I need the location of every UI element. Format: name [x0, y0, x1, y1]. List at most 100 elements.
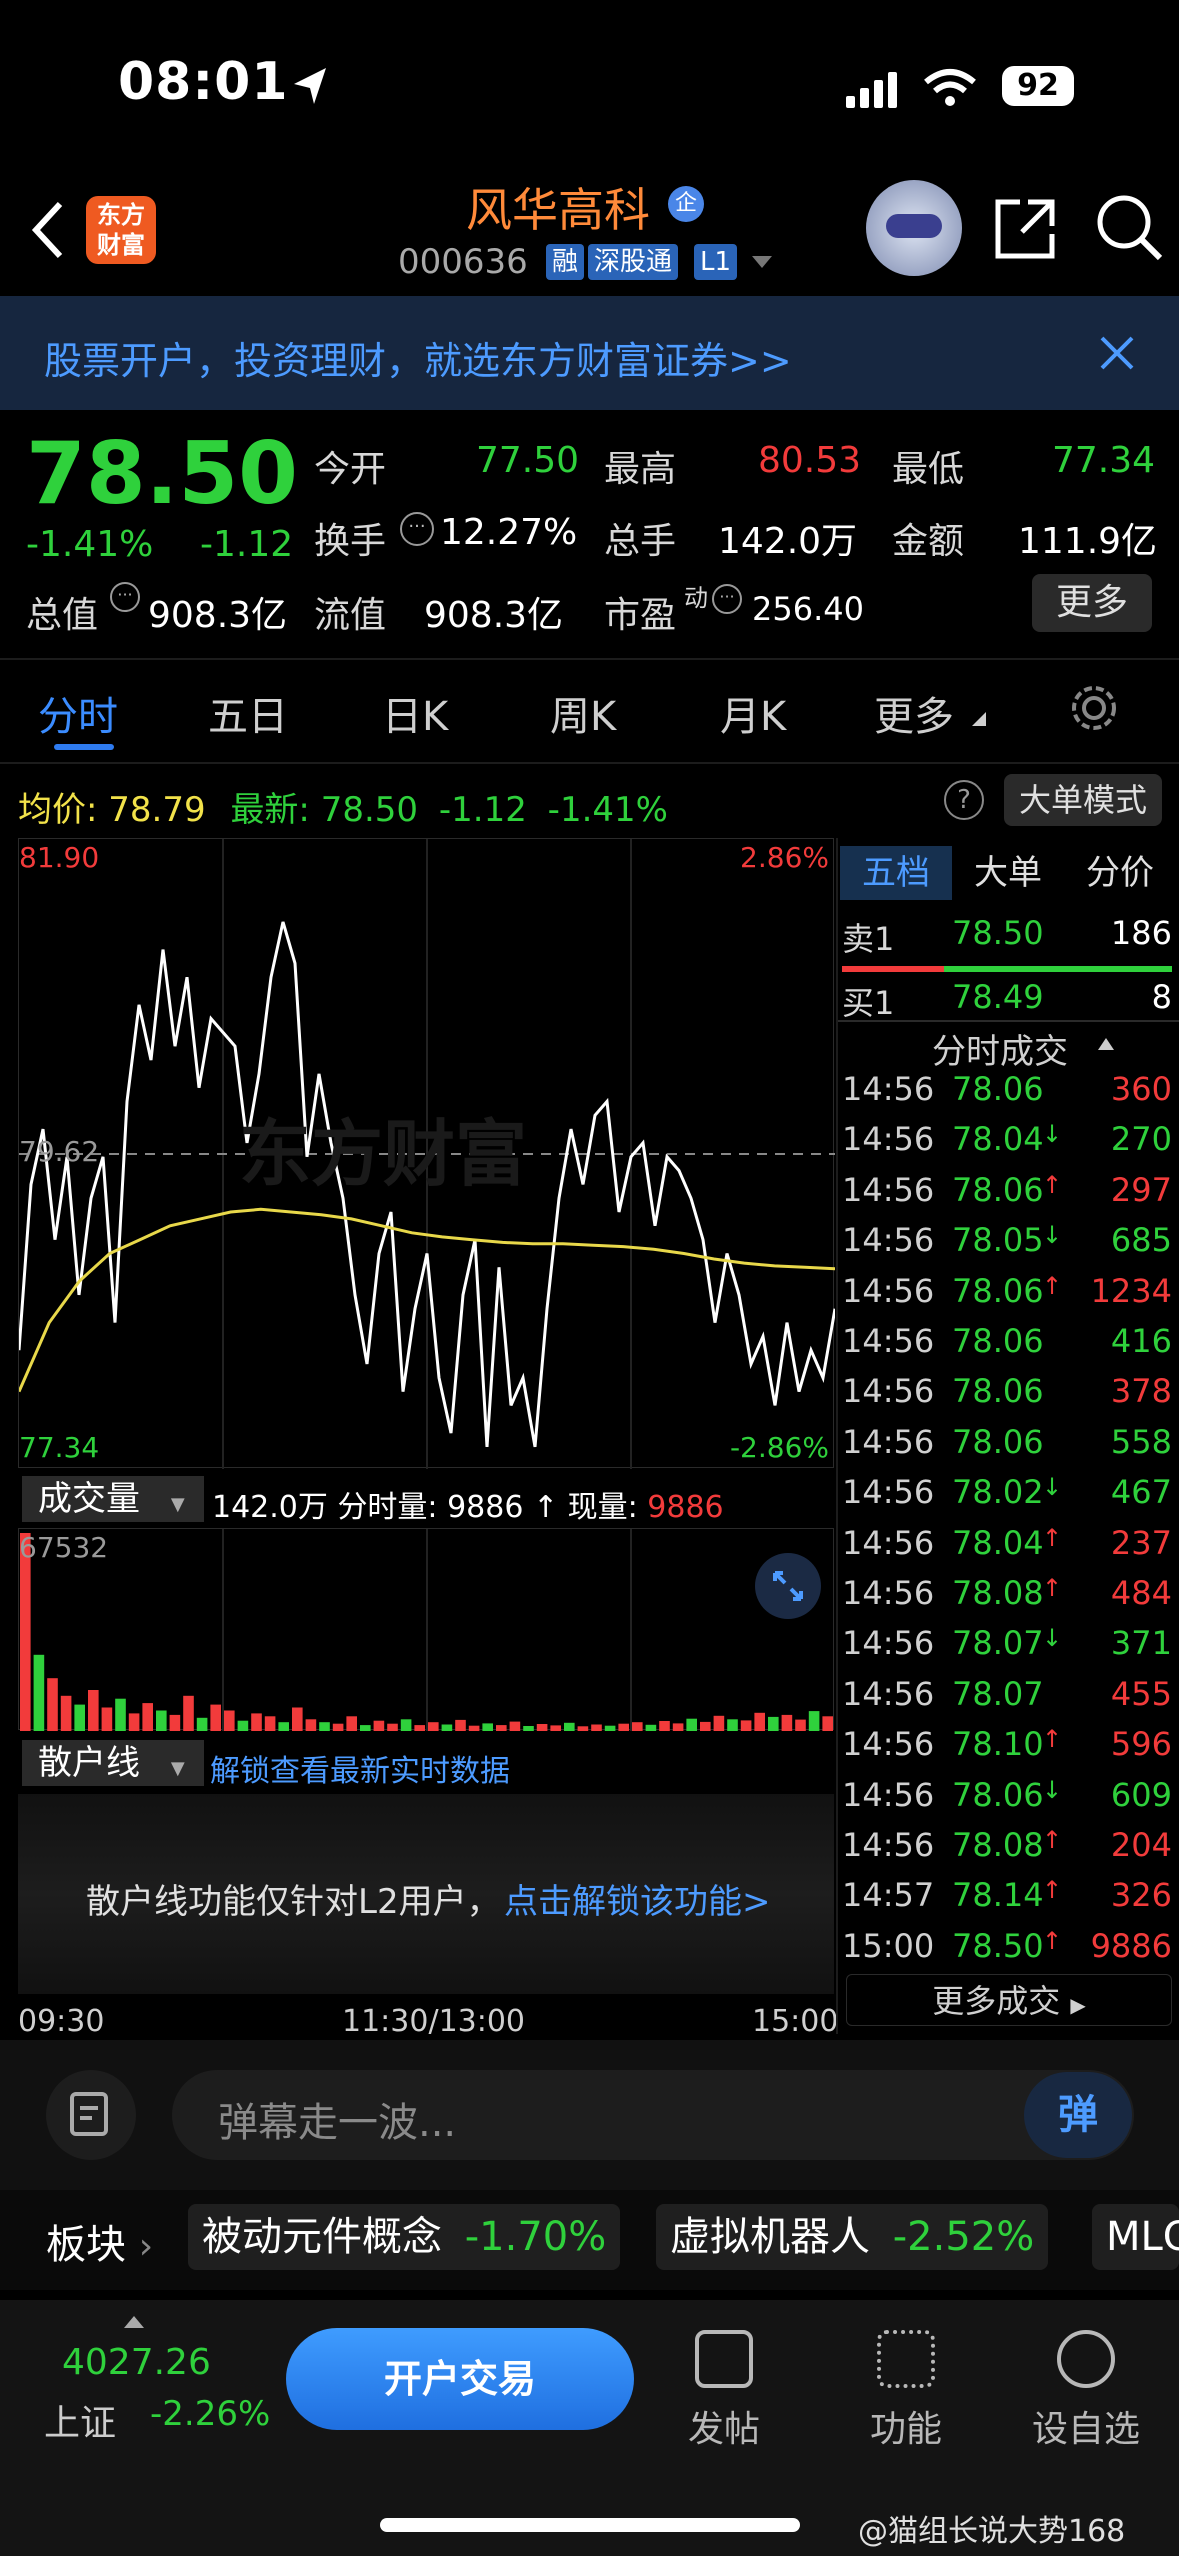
collapse-triangle-icon[interactable] — [1098, 1038, 1114, 1050]
sector-chip-virtual-robot[interactable]: 虚拟机器人 -2.52% — [656, 2204, 1049, 2270]
tick-time: 14:56 — [842, 1725, 935, 1764]
tab-price-levels[interactable]: 分价 — [1064, 846, 1176, 900]
tick-time: 15:00 — [842, 1926, 935, 1965]
volume-bar — [346, 1716, 357, 1731]
tick-price: 78.04 — [952, 1120, 1044, 1159]
sector-name: 被动元件概念 — [202, 2214, 442, 2260]
tick-volume: 484 — [1110, 1574, 1172, 1612]
time-axis-start: 09:30 — [18, 2004, 105, 2039]
nav-functions[interactable]: 功能 — [846, 2330, 966, 2452]
tick-volume: 1234 — [1090, 1271, 1172, 1310]
index-name: 上证 — [44, 2403, 117, 2444]
tick-price: 78.08 — [952, 1574, 1044, 1612]
tab-intraday[interactable]: 分时 — [38, 684, 118, 742]
tick-volume: 609 — [1110, 1775, 1172, 1814]
intraday-chart[interactable]: 东方财富 81.90 79.62 77.34 2.86% -2.86% — [18, 838, 835, 1469]
buy-pressure-bar — [944, 966, 1172, 972]
volume-bar — [781, 1714, 793, 1731]
pe-label: 市盈 — [604, 595, 677, 636]
tag-sz-connect: 深股通 — [588, 244, 679, 280]
order-panel-tabs: 五档 大单 分价 — [840, 846, 1176, 900]
volume-bar — [373, 1720, 385, 1731]
help-icon[interactable]: ? — [944, 780, 984, 820]
retail-unlock-link[interactable]: 点击解锁该功能> — [504, 1874, 771, 1923]
volume-selector[interactable]: 成交量 ▼ — [22, 1476, 204, 1522]
settings-gear-icon[interactable] — [1068, 682, 1120, 734]
info-icon[interactable]: ··· — [110, 582, 140, 612]
change-amount: -1.12 — [200, 524, 294, 565]
more-trades-button[interactable]: 更多成交 ▶ — [846, 1974, 1172, 2026]
grid-icon — [877, 2330, 935, 2388]
expand-icon[interactable] — [755, 1553, 821, 1619]
share-icon[interactable] — [992, 196, 1058, 262]
big-order-mode-button[interactable]: 大单模式 — [1004, 774, 1162, 826]
ticks-title: 分时成交 — [932, 1032, 1068, 1072]
tab-big-orders[interactable]: 大单 — [952, 846, 1064, 900]
index-value[interactable]: 4027.26 — [62, 2342, 211, 2383]
tick-price: 78.05 — [952, 1221, 1044, 1260]
tick-row: 14:57 78.14 ↑ 326 — [842, 1876, 1172, 1926]
tick-price: 78.08 — [952, 1826, 1044, 1864]
tab-five-levels[interactable]: 五档 — [840, 846, 952, 900]
sector-chip-passive-components[interactable]: 被动元件概念 -1.70% — [188, 2204, 621, 2270]
expand-up-icon[interactable] — [124, 2316, 144, 2328]
buy1-vol: 8 — [1151, 978, 1172, 1016]
nav-post[interactable]: 发帖 — [664, 2330, 784, 2452]
tick-row: 14:56 78.10 ↑ 596 — [842, 1725, 1172, 1775]
volume-bar — [169, 1714, 181, 1731]
tick-price: 78.06 — [952, 1422, 1044, 1461]
nav-add-watchlist-label: 设自选 — [1031, 2409, 1140, 2450]
tab-monthly-k[interactable]: 月K — [720, 684, 786, 742]
dropdown-triangle-icon[interactable] — [752, 256, 772, 270]
home-indicator[interactable] — [380, 2518, 800, 2532]
notes-icon[interactable] — [46, 2070, 136, 2160]
volume-bar — [101, 1707, 113, 1731]
danmu-button[interactable]: 弹 — [1024, 2072, 1132, 2158]
info-icon[interactable]: ··· — [712, 584, 742, 614]
tab-daily-k[interactable]: 日K — [382, 684, 448, 742]
volume-bar — [808, 1711, 820, 1731]
tick-row: 15:00 78.50 ↑ 9886 — [842, 1927, 1172, 1977]
tab-more[interactable]: 更多 — [874, 684, 954, 742]
more-quote-button[interactable]: 更多 — [1032, 574, 1152, 632]
retail-unlock-hint[interactable]: 解锁查看最新实时数据 — [210, 1746, 510, 1790]
tick-price: 78.06 — [952, 1070, 1044, 1108]
promo-banner-text[interactable]: 股票开户，投资理财，就选东方财富证券>> — [44, 330, 792, 385]
buy1-price: 78.49 — [952, 978, 1044, 1016]
tick-volume: 360 — [1110, 1070, 1172, 1108]
volume-bar — [577, 1726, 589, 1731]
sell1-row: 卖1 78.50 186 — [842, 914, 1172, 964]
robot-assistant-icon[interactable] — [866, 180, 962, 276]
tick-row: 14:56 78.02 ↓ 467 — [842, 1473, 1172, 1523]
retail-line-selector[interactable]: 散户线 ▼ — [22, 1740, 204, 1786]
tab-weekly-k[interactable]: 周K — [550, 684, 616, 742]
back-arrow-icon[interactable] — [28, 200, 68, 260]
sector-chip-mlcc[interactable]: MLC — [1092, 2204, 1179, 2270]
open-trade-button[interactable]: 开户交易 — [286, 2328, 634, 2430]
tick-direction: ↑ — [1042, 1826, 1063, 1854]
app-logo[interactable]: 东方财富 — [86, 196, 156, 264]
close-icon[interactable] — [1100, 336, 1134, 370]
volume-bar — [264, 1716, 276, 1731]
index-change: -2.26% — [150, 2394, 271, 2434]
sector-label[interactable]: 板块 › — [46, 2212, 153, 2270]
search-icon[interactable] — [1094, 192, 1164, 262]
tick-row: 14:56 78.07 ↓ 371 — [842, 1624, 1172, 1674]
volume-bar — [441, 1724, 453, 1731]
tick-direction: ↓ — [1042, 1473, 1063, 1502]
chart-watermark: 东方财富 — [239, 1112, 528, 1196]
volume-bar — [564, 1722, 575, 1731]
open-label: 今开 — [314, 449, 387, 490]
danmu-placeholder: 弹幕走一波... — [218, 2100, 457, 2146]
retail-lock-text: 散户线功能仅针对L2用户， — [86, 1882, 501, 1922]
volume-bar — [319, 1722, 330, 1731]
tick-time: 14:56 — [842, 1120, 935, 1159]
pe-value: 256.40 — [752, 590, 864, 628]
info-icon[interactable]: ··· — [400, 512, 434, 546]
tab-five-day[interactable]: 五日 — [208, 684, 288, 742]
nav-add-watchlist[interactable]: 设自选 — [1026, 2330, 1146, 2452]
volume-bar — [88, 1690, 99, 1731]
sell1-vol: 186 — [1110, 914, 1172, 952]
volume-bar — [618, 1723, 629, 1731]
mktcap-value: 908.3亿 — [148, 595, 288, 636]
